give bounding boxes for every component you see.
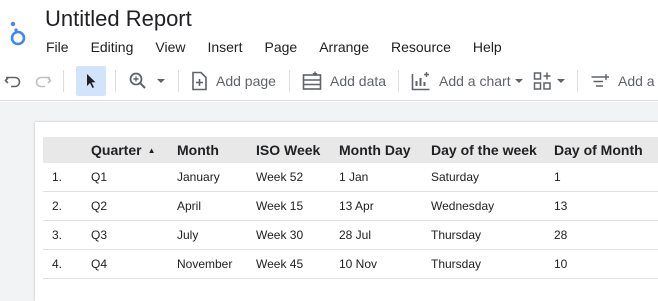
cell-iso-week: Week 15 xyxy=(256,199,304,213)
table-header-row: Quarter ▲ Month ISO Week Month Day Day of… xyxy=(43,137,658,163)
menu-editing[interactable]: Editing xyxy=(80,37,145,57)
add-page-button[interactable]: Add page xyxy=(191,66,276,96)
menu-page[interactable]: Page xyxy=(253,37,308,57)
cell-quarter: Q2 xyxy=(91,199,108,213)
column-header-label: Quarter xyxy=(91,142,142,158)
cell-month: January xyxy=(177,170,220,184)
row-index: 2. xyxy=(52,199,63,213)
table-row[interactable]: 3. Q3 July Week 30 28 Jul Thursday 28 xyxy=(43,221,658,250)
add-chart-icon xyxy=(411,72,430,91)
top-bar: Untitled Report File Editing View Insert… xyxy=(0,0,658,60)
cell-month: November xyxy=(177,257,233,271)
add-data-button[interactable]: Add data xyxy=(302,66,386,96)
cell-iso-week: Week 30 xyxy=(256,228,304,242)
cell-day-of-week: Wednesday xyxy=(431,199,495,213)
menu-resource[interactable]: Resource xyxy=(380,37,462,57)
add-data-icon xyxy=(302,71,322,90)
undo-button[interactable] xyxy=(4,66,22,96)
cell-month-day: 1 Jan xyxy=(339,170,369,184)
controls-icon xyxy=(533,72,551,90)
cell-quarter: Q4 xyxy=(91,257,108,271)
toolbar: Add page Add data Add a chart Add a xyxy=(0,61,658,101)
pointer-icon xyxy=(87,74,96,88)
cell-month-day: 13 Apr xyxy=(339,199,374,213)
toolbar-divider xyxy=(115,70,116,92)
column-header-month[interactable]: Month xyxy=(177,137,219,163)
cell-quarter: Q3 xyxy=(91,228,108,242)
add-control-label: Add a c xyxy=(618,73,658,89)
toolbar-divider xyxy=(178,70,179,92)
menu-view[interactable]: View xyxy=(144,37,196,57)
row-index: 3. xyxy=(52,228,63,242)
chevron-down-icon xyxy=(514,79,523,83)
cell-iso-week: Week 45 xyxy=(256,257,304,271)
menu-file[interactable]: File xyxy=(35,37,80,57)
cell-month-day: 10 Nov xyxy=(339,257,378,271)
cell-day-of-month: 10 xyxy=(554,257,568,271)
cell-month: April xyxy=(177,199,202,213)
menu-arrange[interactable]: Arrange xyxy=(308,37,380,57)
add-page-icon xyxy=(192,71,207,91)
cell-day-of-week: Thursday xyxy=(431,257,482,271)
column-header-month-day[interactable]: Month Day xyxy=(339,137,411,163)
sort-ascending-icon: ▲ xyxy=(147,146,156,155)
chevron-down-icon xyxy=(557,79,565,83)
redo-button[interactable] xyxy=(34,66,52,96)
looker-studio-logo-icon[interactable] xyxy=(8,20,32,46)
toolbar-divider xyxy=(577,70,578,92)
cell-day-of-month: 1 xyxy=(554,170,561,184)
add-data-label: Add data xyxy=(330,73,387,89)
menu-insert[interactable]: Insert xyxy=(196,37,253,57)
zoom-button[interactable] xyxy=(128,66,168,96)
table-row[interactable]: 2. Q2 April Week 15 13 Apr Wednesday 13 xyxy=(43,192,658,221)
filter-add-icon xyxy=(591,74,609,87)
menu-bar: File Editing View Insert Page Arrange Re… xyxy=(35,37,513,57)
cell-day-of-week: Thursday xyxy=(431,228,482,242)
add-chart-button[interactable]: Add a chart xyxy=(411,66,525,96)
chevron-down-icon xyxy=(157,79,165,83)
cell-day-of-month: 13 xyxy=(554,199,568,213)
cell-day-of-week: Saturday xyxy=(431,170,480,184)
zoom-icon xyxy=(129,72,146,89)
column-header-quarter[interactable]: Quarter ▲ xyxy=(91,137,156,163)
cell-month-day: 28 Jul xyxy=(339,228,372,242)
redo-icon xyxy=(35,76,52,88)
report-title[interactable]: Untitled Report xyxy=(45,6,192,32)
table-row[interactable]: 1. Q1 January Week 52 1 Jan Saturday 1 xyxy=(43,163,658,192)
row-index: 1. xyxy=(52,170,63,184)
add-control-button[interactable]: Add a c xyxy=(590,66,658,96)
column-header-iso-week[interactable]: ISO Week xyxy=(256,137,320,163)
undo-icon xyxy=(4,76,21,88)
cell-quarter: Q1 xyxy=(91,170,108,184)
toolbar-divider xyxy=(289,70,290,92)
table-row[interactable]: 4. Q4 November Week 45 10 Nov Thursday 1… xyxy=(43,250,658,279)
row-index: 4. xyxy=(52,257,63,271)
toolbar-divider xyxy=(63,70,64,92)
column-header-day-of-week[interactable]: Day of the week xyxy=(431,137,537,163)
add-chart-label: Add a chart xyxy=(439,73,511,89)
column-header-day-of-month[interactable]: Day of Month xyxy=(554,137,643,163)
cell-iso-week: Week 52 xyxy=(256,170,304,184)
add-page-label: Add page xyxy=(216,73,276,89)
toolbar-divider xyxy=(398,70,399,92)
add-control-menu-button[interactable] xyxy=(533,66,567,96)
cell-month: July xyxy=(177,228,199,242)
select-button[interactable] xyxy=(76,66,106,96)
menu-help[interactable]: Help xyxy=(462,37,513,57)
cell-day-of-month: 28 xyxy=(554,228,568,242)
data-table[interactable]: Quarter ▲ Month ISO Week Month Day Day of… xyxy=(43,137,658,279)
